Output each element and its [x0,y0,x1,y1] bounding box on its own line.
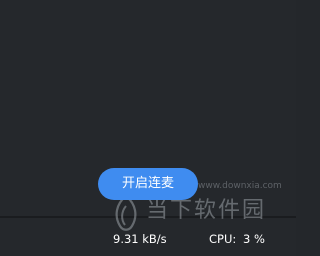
start-co-hosting-button[interactable]: 开启连麦 [98,168,198,200]
cpu-label: CPU: [209,232,237,246]
cpu-usage-value: 3 % [243,232,265,246]
app-window: 开启连麦 9.31 kB/s CPU: 3 % www.downxia.com … [0,0,296,256]
network-speed-readout: 9.31 kB/s [113,232,167,246]
